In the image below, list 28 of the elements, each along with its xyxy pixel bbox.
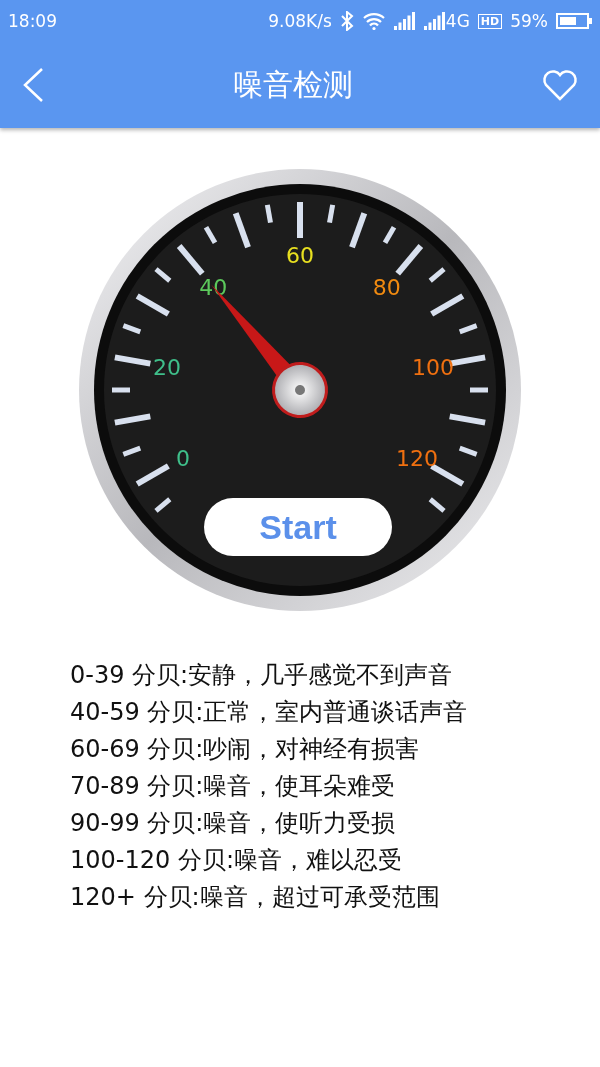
signal-icon [423, 12, 446, 30]
page-title: 噪音检测 [233, 65, 353, 104]
back-icon[interactable] [22, 67, 44, 103]
noise-level-description: 120+ 分贝:噪音，超过可承受范围 [70, 882, 441, 913]
signal-icon [393, 12, 416, 30]
battery-icon [556, 13, 592, 29]
scale-label: 100 [411, 354, 454, 380]
bluetooth-icon [339, 11, 354, 31]
scale-label: 20 [153, 354, 182, 380]
noise-level-description: 100-120 分贝:噪音，难以忍受 [70, 845, 403, 876]
noise-level-description: 0-39 分贝:安静，几乎感觉不到声音 [70, 660, 454, 691]
scale-label: 0 [176, 445, 191, 471]
noise-level-description: 60-69 分贝:吵闹，对神经有损害 [70, 734, 421, 765]
heart-icon[interactable] [542, 69, 578, 101]
wifi-icon [361, 12, 386, 30]
clock: 18:09 [8, 11, 57, 31]
noise-level-description: 90-99 分贝:噪音，使听力受损 [70, 808, 397, 839]
noise-level-description: 70-89 分贝:噪音，使耳朵难受 [70, 771, 397, 802]
hd-badge: HD [477, 13, 503, 29]
network-type: 4G [445, 11, 470, 31]
scale-label: 60 [286, 243, 314, 268]
battery-percent: 59% [510, 11, 548, 31]
scale-label: 80 [372, 274, 401, 300]
scale-label: 120 [395, 445, 438, 471]
start-button[interactable]: Start [204, 498, 392, 556]
noise-level-description: 40-59 分贝:正常，室内普通谈话声音 [70, 697, 469, 728]
scale-label: 40 [199, 274, 228, 300]
network-speed: 9.08K/s [268, 11, 332, 31]
